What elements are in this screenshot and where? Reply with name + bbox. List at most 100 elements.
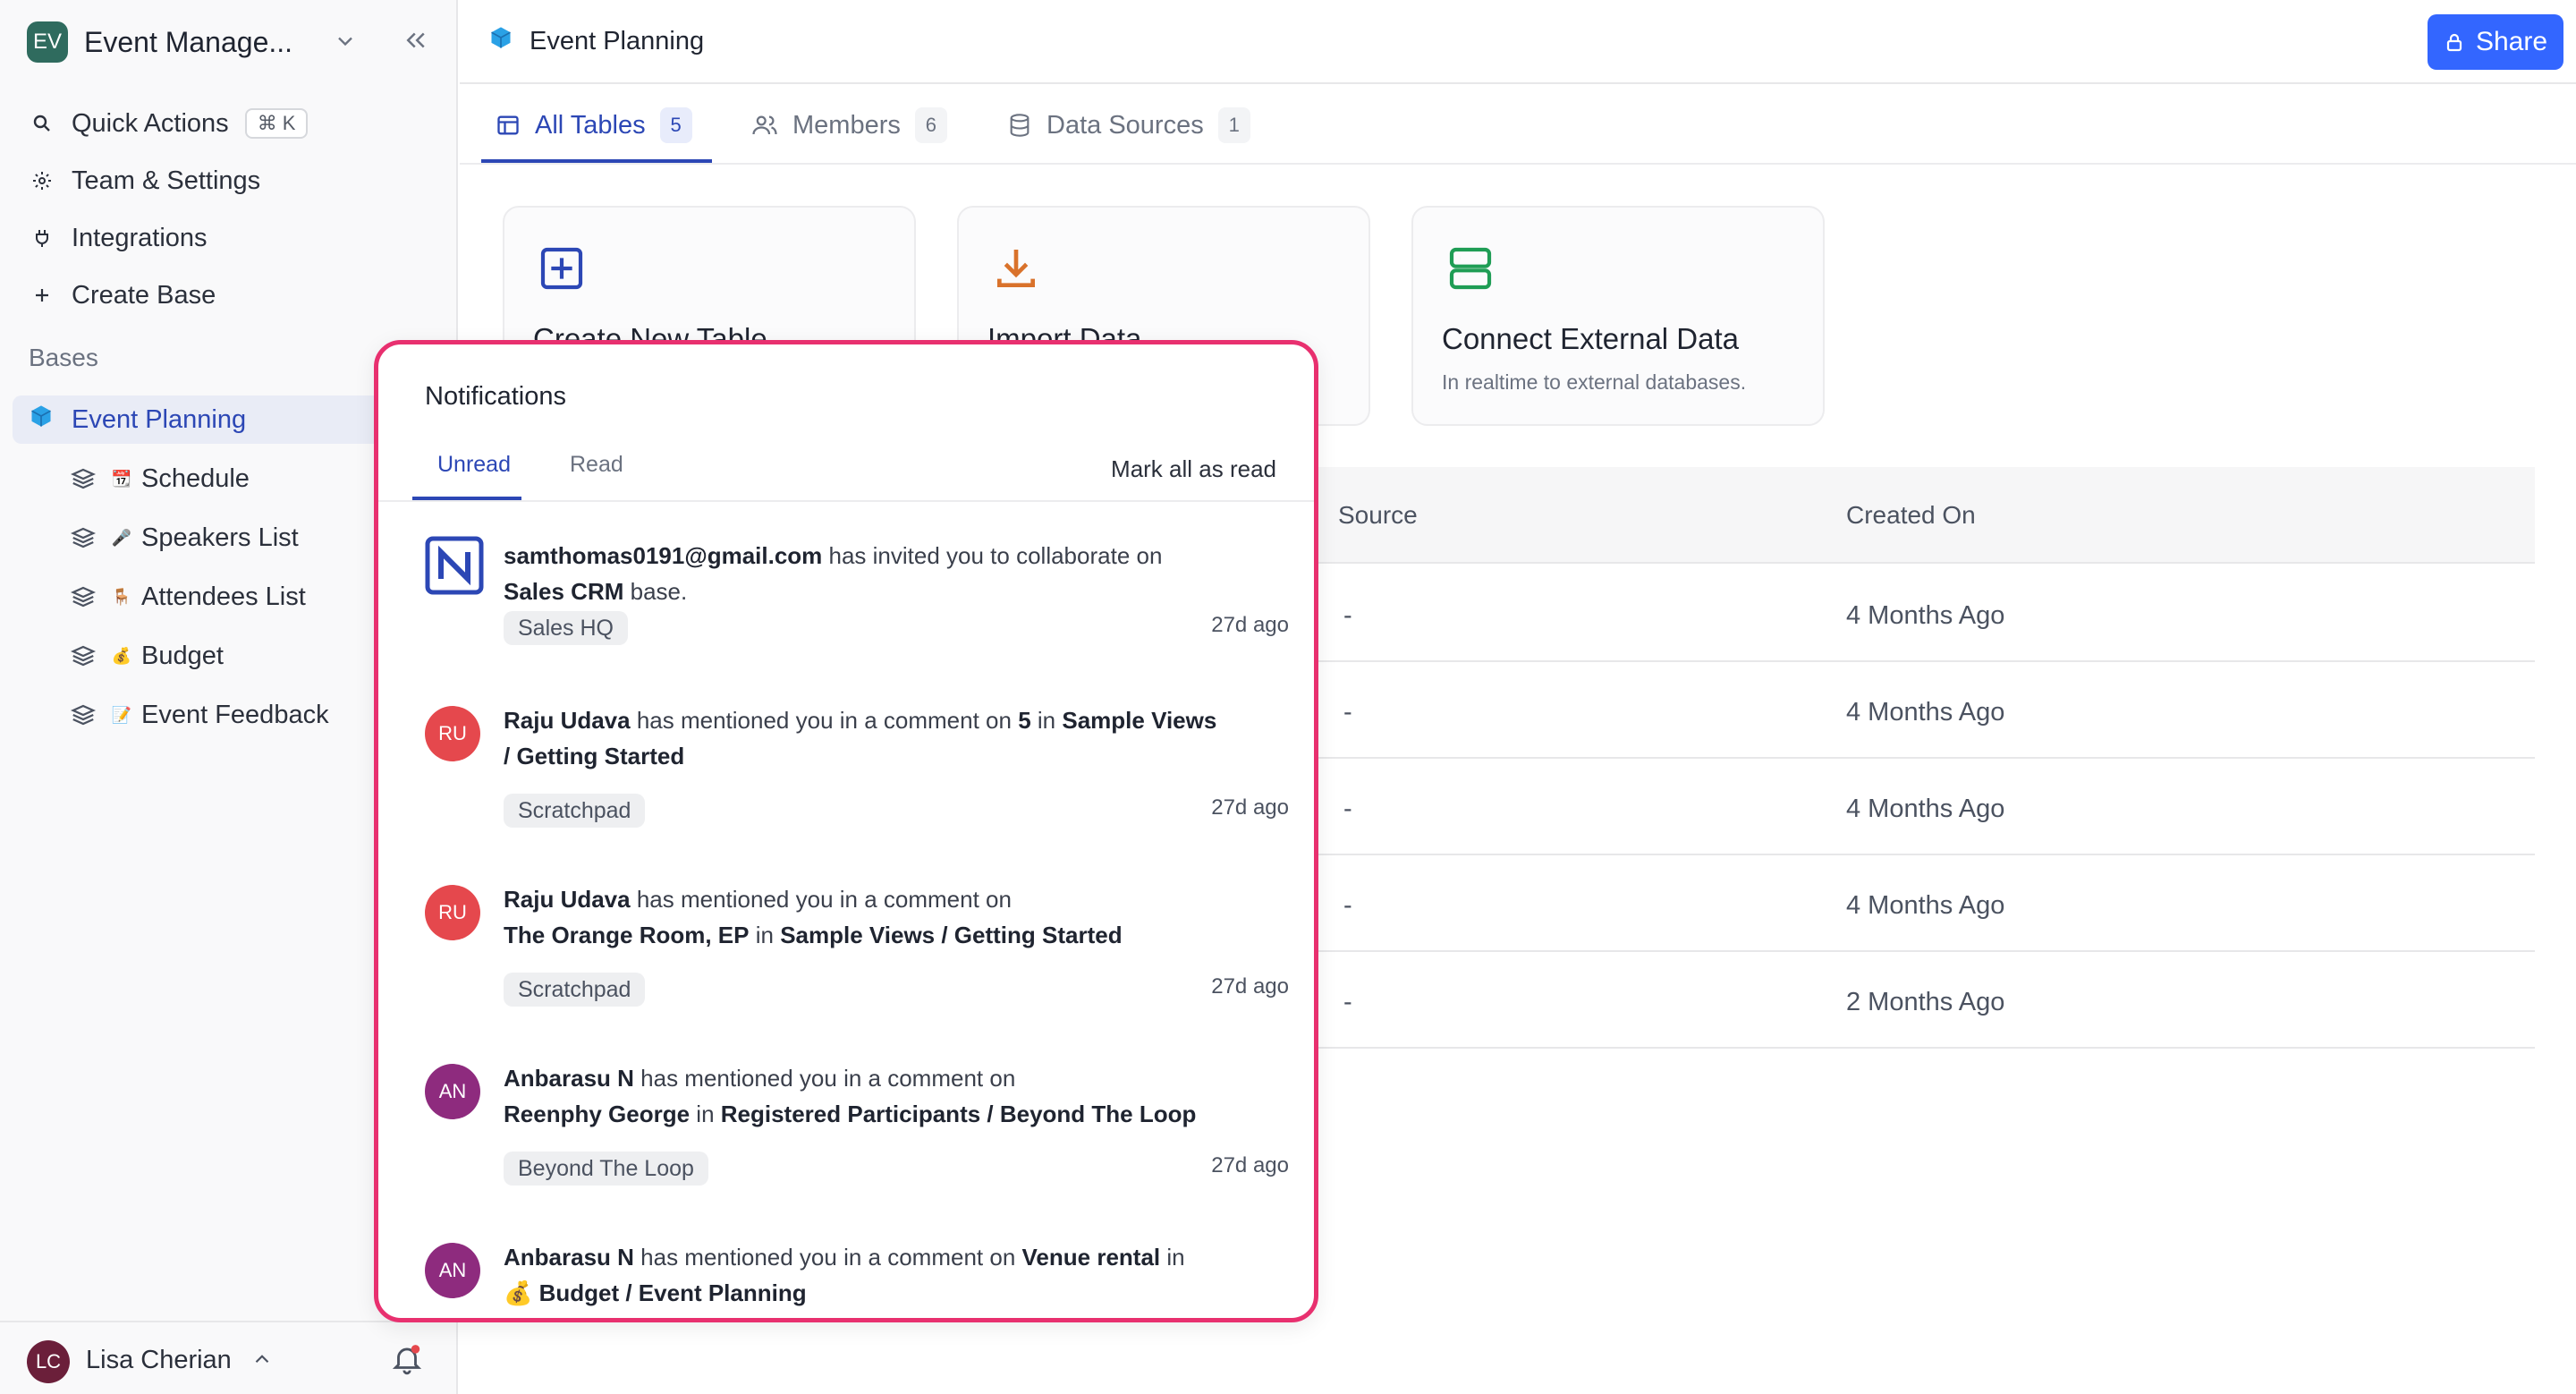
table-layers-icon (70, 583, 97, 610)
notification-item[interactable]: AN Anbarasu N has mentioned you in a com… (378, 1042, 1314, 1221)
column-header-created-on: Created On (1846, 501, 1976, 529)
notification-time: 27d ago (1211, 974, 1289, 999)
sidebar-table-event-feedback[interactable]: 📝 Event Feedback (70, 693, 329, 737)
workspace-name: Event Manage... (84, 25, 293, 58)
tab-label: Data Sources (1046, 110, 1204, 140)
cell-created-on: 4 Months Ago (1846, 698, 2005, 727)
cell-source: - (1343, 988, 1352, 1016)
tab-count: 5 (659, 107, 692, 143)
tab-count: 1 (1217, 107, 1250, 143)
sidebar-footer: LC Lisa Cherian (0, 1321, 458, 1394)
notification-chip: Sales HQ (504, 611, 628, 645)
collapse-sidebar-icon[interactable] (402, 27, 429, 54)
plus-square-icon (537, 243, 587, 298)
notification-target: 5 (1018, 707, 1031, 734)
notification-item[interactable]: RU Raju Udava has mentioned you in a com… (378, 684, 1314, 863)
notification-text: Anbarasu N has mentioned you in a commen… (504, 1060, 1219, 1132)
card-title: Connect External Data (1442, 322, 1740, 355)
page-title: Event Planning (530, 26, 705, 55)
divider (378, 500, 1314, 502)
sidebar-base-event-planning[interactable]: Event Planning (13, 395, 406, 444)
notifications-title: Notifications (425, 382, 566, 411)
notification-suffix: base. (623, 578, 688, 605)
notification-item[interactable]: samthomas0191@gmail.com has invited you … (378, 520, 1314, 699)
column-header-source: Source (1338, 501, 1418, 529)
avatar[interactable]: LC (27, 1340, 70, 1383)
chevron-up-icon[interactable] (250, 1347, 274, 1371)
share-button[interactable]: Share (2428, 14, 2563, 70)
notification-mid: in (1030, 707, 1063, 734)
cell-source: - (1343, 891, 1352, 920)
notification-mid: in (749, 922, 781, 948)
chevron-down-icon[interactable] (333, 29, 358, 54)
user-name[interactable]: Lisa Cherian (86, 1346, 232, 1375)
base-cube-icon (29, 404, 54, 436)
table-layers-icon (70, 524, 97, 551)
cell-created-on: 4 Months Ago (1846, 795, 2005, 823)
sidebar-table-label: Event Feedback (141, 700, 329, 729)
sidebar-item-label: Quick Actions (72, 108, 229, 138)
tab-bar: All Tables 5 Members 6 Data Sources 1 (460, 86, 2576, 165)
mark-all-read-button[interactable]: Mark all as read (1111, 455, 1276, 483)
bases-section-label: Bases (29, 344, 98, 371)
gear-icon (30, 169, 54, 192)
notification-location: Sample Views / Getting Started (780, 922, 1123, 948)
notification-mid: in (690, 1101, 721, 1127)
sidebar-item-team-settings[interactable]: Team & Settings (30, 158, 260, 203)
sidebar-base-label: Event Planning (72, 404, 247, 434)
workspace-switcher[interactable]: EV Event Manage... (27, 20, 438, 64)
calendar-emoji-icon: 📆 (111, 469, 132, 488)
notifications-popup: Notifications Unread Read Mark all as re… (374, 340, 1318, 1322)
sidebar-table-attendees-list[interactable]: 🪑 Attendees List (70, 574, 306, 619)
sidebar-item-label: Team & Settings (72, 166, 261, 195)
notification-user[interactable]: samthomas0191@gmail.com (504, 542, 822, 569)
tab-label: All Tables (535, 110, 646, 140)
microphone-emoji-icon: 🎤 (111, 528, 132, 547)
notification-user: Anbarasu N (504, 1244, 634, 1271)
tab-members[interactable]: Members 6 (751, 102, 947, 149)
notification-action: has invited you to collaborate on (822, 542, 1163, 569)
notification-target: Reenphy George (504, 1101, 691, 1127)
table-icon (496, 113, 521, 138)
money-bag-emoji-icon: 💰 (111, 646, 132, 665)
notification-item[interactable]: AN Anbarasu N has mentioned you in a com… (378, 1221, 1314, 1318)
notification-location: 💰 Budget / Event Planning (504, 1279, 807, 1306)
notification-target: Venue rental (1021, 1244, 1161, 1271)
sidebar-item-quick-actions[interactable]: Quick Actions ⌘ K (30, 101, 309, 146)
sidebar-table-label: Attendees List (141, 582, 306, 611)
cell-created-on: 4 Months Ago (1846, 601, 2005, 630)
notification-action: has mentioned you in a comment on (630, 886, 1012, 913)
topbar: Event Planning Share (460, 0, 2576, 84)
sidebar-table-budget[interactable]: 💰 Budget (70, 633, 224, 678)
notification-target: Sales CRM (504, 578, 624, 605)
tab-unread[interactable]: Unread (437, 452, 511, 478)
cell-source: - (1343, 698, 1352, 727)
sidebar-table-schedule[interactable]: 📆 Schedule (70, 456, 250, 501)
tab-all-tables[interactable]: All Tables 5 (496, 102, 692, 149)
cell-created-on: 4 Months Ago (1846, 891, 2005, 920)
workspace-badge: EV (27, 21, 68, 63)
lock-icon (2444, 31, 2465, 53)
connect-external-data-card[interactable]: Connect External Data In realtime to ext… (1411, 206, 1825, 426)
tab-read[interactable]: Read (570, 452, 623, 478)
sidebar-item-create-base[interactable]: Create Base (30, 273, 216, 318)
tab-data-sources[interactable]: Data Sources 1 (1007, 102, 1250, 149)
sidebar-table-label: Schedule (141, 463, 250, 493)
bell-icon[interactable] (390, 1342, 424, 1376)
search-icon (30, 112, 54, 135)
download-icon (991, 243, 1041, 298)
sidebar-table-speakers-list[interactable]: 🎤 Speakers List (70, 515, 299, 560)
table-layers-icon (70, 642, 97, 669)
sidebar-table-label: Budget (141, 641, 224, 670)
notification-action: has mentioned you in a comment on (633, 1244, 1022, 1271)
active-tab-indicator (481, 159, 712, 163)
notification-location: Registered Participants / Beyond The Loo… (720, 1101, 1197, 1127)
card-subtitle: In realtime to external databases. (1442, 370, 1747, 394)
share-button-label: Share (2475, 27, 2548, 56)
avatar: AN (425, 1243, 480, 1298)
server-icon (1445, 243, 1496, 298)
sidebar-item-integrations[interactable]: Integrations (30, 216, 208, 260)
notification-mid: in (1160, 1244, 1185, 1271)
database-icon (1007, 113, 1032, 138)
notification-item[interactable]: RU Raju Udava has mentioned you in a com… (378, 863, 1314, 1042)
